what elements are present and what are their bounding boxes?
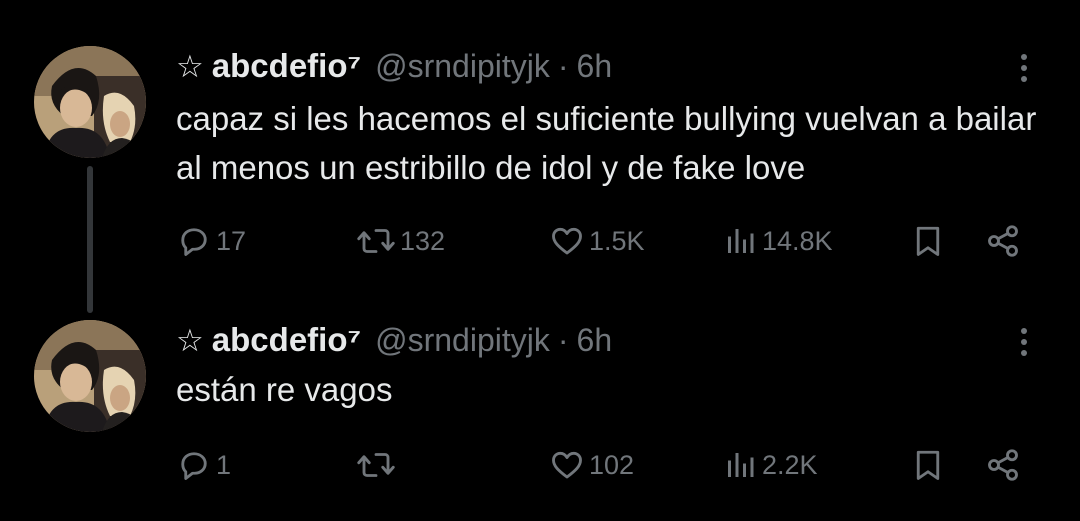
timestamp[interactable]: 6h	[577, 48, 613, 85]
avatar[interactable]	[34, 46, 146, 158]
user-handle[interactable]: @srndipityjk	[375, 322, 550, 359]
thread-view: ☆ abcdefio⁷ @srndipityjk · 6h capaz si l…	[0, 0, 1080, 521]
star-icon: ☆	[176, 48, 204, 84]
like-count: 102	[589, 449, 635, 480]
heart-icon	[552, 451, 582, 479]
views-count: 14.8K	[762, 225, 833, 256]
timestamp[interactable]: 6h	[577, 322, 613, 359]
star-icon: ☆	[176, 322, 204, 358]
more-options-icon[interactable]	[1012, 46, 1036, 90]
avatar-image	[34, 46, 146, 158]
views-button[interactable]: 14.8K	[722, 216, 833, 266]
action-bar: 17 132 1.5K 14.8K	[0, 216, 1080, 266]
reply-button[interactable]: 1	[176, 440, 231, 490]
header-separator: ·	[557, 321, 569, 358]
share-button[interactable]	[984, 440, 1022, 490]
more-options-icon[interactable]	[1012, 320, 1036, 364]
display-name[interactable]: abcdefio⁷	[212, 47, 361, 85]
avatar-image	[34, 320, 146, 432]
tweet-header: ☆ abcdefio⁷ @srndipityjk · 6h	[176, 318, 612, 362]
repost-count: 132	[400, 225, 446, 256]
reply-count: 1	[216, 449, 232, 480]
bookmark-icon	[916, 450, 940, 480]
action-bar: 1 102 2.2K	[0, 440, 1080, 490]
tweet-header: ☆ abcdefio⁷ @srndipityjk · 6h	[176, 44, 612, 88]
bookmark-button[interactable]	[910, 440, 946, 490]
reply-icon	[181, 452, 207, 480]
heart-icon	[552, 227, 582, 255]
repost-button[interactable]: 132	[356, 216, 445, 266]
views-icon	[728, 453, 754, 477]
bookmark-button[interactable]	[910, 216, 946, 266]
share-icon	[988, 449, 1018, 481]
share-button[interactable]	[984, 216, 1022, 266]
avatar[interactable]	[34, 320, 146, 432]
reply-icon	[181, 228, 207, 256]
reply-button[interactable]: 17	[176, 216, 246, 266]
like-button[interactable]: 102	[549, 440, 634, 490]
header-separator: ·	[557, 47, 569, 84]
repost-icon	[357, 453, 395, 477]
bookmark-icon	[916, 226, 940, 256]
tweet-text: capaz si les hacemos el suficiente bully…	[176, 100, 1037, 186]
reply-count: 17	[216, 225, 247, 256]
like-button[interactable]: 1.5K	[549, 216, 645, 266]
user-handle[interactable]: @srndipityjk	[375, 48, 550, 85]
views-button[interactable]: 2.2K	[722, 440, 818, 490]
repost-button[interactable]	[356, 440, 400, 490]
like-count: 1.5K	[589, 225, 645, 256]
repost-icon	[357, 229, 395, 253]
share-icon	[988, 225, 1018, 257]
views-count: 2.2K	[762, 449, 818, 480]
tweet[interactable]: ☆ abcdefio⁷ @srndipityjk · 6h capaz si l…	[0, 0, 1080, 300]
tweet-text: están re vagos	[176, 371, 393, 408]
views-icon	[728, 229, 754, 253]
tweet[interactable]: ☆ abcdefio⁷ @srndipityjk · 6h están re v…	[0, 312, 1080, 521]
display-name[interactable]: abcdefio⁷	[212, 321, 361, 359]
